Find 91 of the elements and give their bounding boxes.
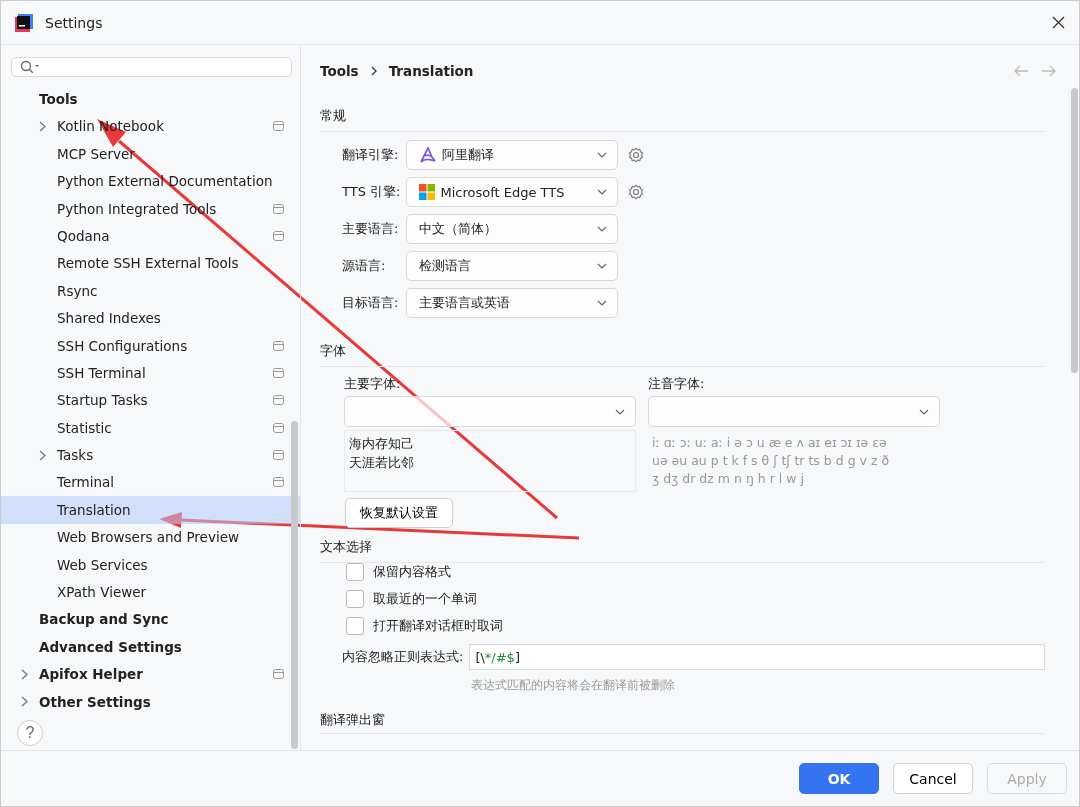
chevron-down-icon xyxy=(597,189,608,195)
field-label: 内容忽略正则表达式: xyxy=(342,648,464,666)
dialog-button[interactable]: Cancel xyxy=(893,763,973,794)
tree-item[interactable]: Translation xyxy=(1,496,300,524)
tree-item[interactable]: Terminal xyxy=(1,468,300,497)
chevron-right-icon xyxy=(21,668,28,680)
field-label: 源语言: xyxy=(342,257,386,275)
dropdown[interactable]: 中文（简体） xyxy=(406,214,619,244)
scrollbar[interactable] xyxy=(1071,88,1078,373)
tree-item[interactable]: Startup Tasks xyxy=(1,386,300,414)
window-icon xyxy=(273,669,284,680)
section-heading: 字体 xyxy=(320,343,346,358)
tree-item[interactable]: Remote SSH External Tools xyxy=(1,249,300,278)
app-logo-icon xyxy=(15,13,33,32)
chevron-right-icon xyxy=(39,449,46,461)
dropdown[interactable] xyxy=(344,396,636,427)
window-icon xyxy=(273,121,284,132)
tree-item[interactable]: Backup and Sync xyxy=(1,605,300,634)
tree-item[interactable]: XPath Viewer xyxy=(1,578,300,606)
chevron-right-icon xyxy=(39,120,46,132)
hint-text: 表达式匹配的内容将会在翻译前被删除 xyxy=(470,677,676,694)
chevron-down-icon xyxy=(597,152,608,158)
field-label: 目标语言: xyxy=(342,294,399,312)
chevron-down-icon xyxy=(919,408,929,415)
window-title: Settings xyxy=(45,14,103,31)
field-label: 注音字体: xyxy=(648,375,706,393)
scrollbar[interactable] xyxy=(291,421,298,749)
back-arrow-icon[interactable] xyxy=(1013,65,1029,77)
chevron-down-icon xyxy=(597,300,608,306)
chevron-right-icon xyxy=(21,696,28,708)
logo-icon xyxy=(419,147,438,163)
chevron-down-icon xyxy=(615,408,625,415)
checkbox-label[interactable]: 打开翻译对话框时取词 xyxy=(373,617,503,635)
window-icon xyxy=(273,422,284,433)
section-heading: 常规 xyxy=(320,108,346,123)
tree-item[interactable]: Qodana xyxy=(1,222,300,250)
window-icon xyxy=(273,450,284,461)
window-icon xyxy=(273,230,284,241)
tree-item[interactable]: SSH Terminal xyxy=(1,359,300,387)
section-heading: 翻译弹出窗 xyxy=(320,712,385,727)
field-label: 翻译引擎: xyxy=(342,146,399,164)
field-label: 主要字体: xyxy=(344,375,402,393)
tree-item[interactable]: Web Browsers and Preview xyxy=(1,523,300,551)
tree-item[interactable]: Tools xyxy=(1,85,300,113)
tree-item[interactable]: Other Settings xyxy=(1,687,300,716)
tree-item[interactable]: Shared Indexes xyxy=(1,304,300,332)
font-preview: 海内存知己 天涯若比邻 xyxy=(344,430,636,492)
settings-icon[interactable] xyxy=(628,184,645,200)
section-heading: 文本选择 xyxy=(320,539,372,554)
close-icon[interactable] xyxy=(1052,16,1065,29)
tree-item[interactable]: SSH Configurations xyxy=(1,331,300,360)
checkbox[interactable] xyxy=(346,590,364,608)
tree-item[interactable]: Advanced Settings xyxy=(1,633,300,661)
dropdown[interactable]: Microsoft Edge TTS xyxy=(406,177,619,207)
dropdown[interactable]: 主要语言或英语 xyxy=(406,288,619,318)
tree-item[interactable]: Apifox Helper xyxy=(1,660,300,688)
tree-item[interactable]: Web Services xyxy=(1,550,300,579)
tree-item[interactable]: Tasks xyxy=(1,441,300,469)
breadcrumb-item[interactable]: Tools xyxy=(320,63,359,79)
window-icon xyxy=(273,340,284,351)
field-label: 主要语言: xyxy=(342,220,399,238)
settings-icon[interactable] xyxy=(628,147,645,163)
chevron-right-icon xyxy=(370,66,377,76)
search-icon xyxy=(20,60,40,75)
chevron-down-icon xyxy=(597,263,608,269)
help-button[interactable]: ? xyxy=(17,719,43,746)
window-icon xyxy=(273,395,284,406)
window-icon xyxy=(273,477,284,488)
field-label: TTS 引擎: xyxy=(342,183,401,201)
checkbox-label[interactable]: 保留内容格式 xyxy=(373,563,451,581)
dropdown[interactable] xyxy=(648,396,940,427)
tree-item[interactable]: Statistic xyxy=(1,414,300,442)
checkbox[interactable] xyxy=(346,617,364,635)
search-field[interactable] xyxy=(11,57,292,78)
tree-item[interactable]: MCP Server xyxy=(1,140,300,168)
tree-item[interactable]: Rsync xyxy=(1,277,300,305)
breadcrumb-item: Translation xyxy=(388,63,474,79)
font-preview: iː ɑː ɔː uː aː i ə ɔ u æ e ʌ aɪ eɪ ɔɪ ɪə ɛə uə əu au p t k f s θ ʃ tʃ tr ts b d g v z ð ʒ dʒ dr dz m n ŋ h r l w j xyxy=(651,434,891,489)
dialog-button[interactable]: OK xyxy=(799,763,879,794)
tree-item[interactable]: Python External Documentation xyxy=(1,167,300,195)
checkbox-label[interactable]: 取最近的一个单词 xyxy=(373,590,477,608)
dropdown[interactable]: 检测语言 xyxy=(406,251,619,281)
chevron-down-icon xyxy=(597,226,608,232)
dropdown[interactable]: 阿里翻译 xyxy=(406,140,619,170)
forward-arrow-icon[interactable] xyxy=(1041,65,1057,77)
checkbox[interactable] xyxy=(346,563,364,581)
reset-button[interactable]: 恢复默认设置 xyxy=(345,498,453,528)
window-icon xyxy=(273,367,284,378)
regex-field[interactable]: [\*/#$] xyxy=(469,644,1045,670)
windows-logo-icon xyxy=(419,184,436,200)
window-icon xyxy=(273,203,284,214)
